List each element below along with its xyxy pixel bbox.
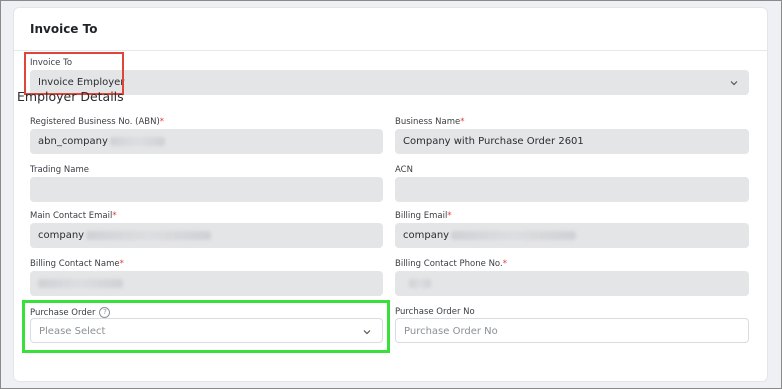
redacted-text [86,230,212,240]
main-contact-email-label: Main Contact Email* [30,211,117,221]
acn-input[interactable] [395,177,749,202]
abn-value: abn_company [38,136,108,147]
card-header: Invoice To [14,8,767,51]
highlight-purchase-order [22,300,390,353]
purchase-order-no-input[interactable]: Purchase Order No [395,318,749,343]
redacted-text [109,136,165,146]
purchase-order-no-placeholder: Purchase Order No [404,326,498,337]
billing-email-label: Billing Email* [395,211,452,221]
billing-contact-phone-input[interactable] [395,271,749,296]
redacted-text [409,278,431,288]
billing-contact-phone-label: Billing Contact Phone No.* [395,259,507,269]
business-name-label: Business Name* [395,117,465,127]
billing-contact-name-input[interactable] [30,271,383,296]
abn-input[interactable]: abn_company [30,129,383,154]
main-contact-email-value: company [38,230,85,241]
trading-name-label: Trading Name [30,165,89,175]
card-title: Invoice To [30,22,98,36]
main-contact-email-input[interactable]: company [30,223,383,248]
employer-details-title: Employer Details [17,89,124,104]
chevron-down-icon [730,81,738,86]
purchase-order-no-label: Purchase Order No [395,307,475,317]
abn-label: Registered Business No. (ABN)* [30,117,165,127]
redacted-text [38,278,123,288]
business-name-value: Company with Purchase Order 2601 [403,136,584,147]
billing-contact-name-label: Billing Contact Name* [30,259,124,269]
trading-name-input[interactable] [30,177,383,202]
acn-label: ACN [395,165,413,175]
billing-email-value: company [403,230,450,241]
billing-email-input[interactable]: company [395,223,749,248]
redacted-text [451,230,577,240]
business-name-input[interactable]: Company with Purchase Order 2601 [395,129,749,154]
invoice-to-select[interactable]: Invoice Employer [30,70,749,95]
